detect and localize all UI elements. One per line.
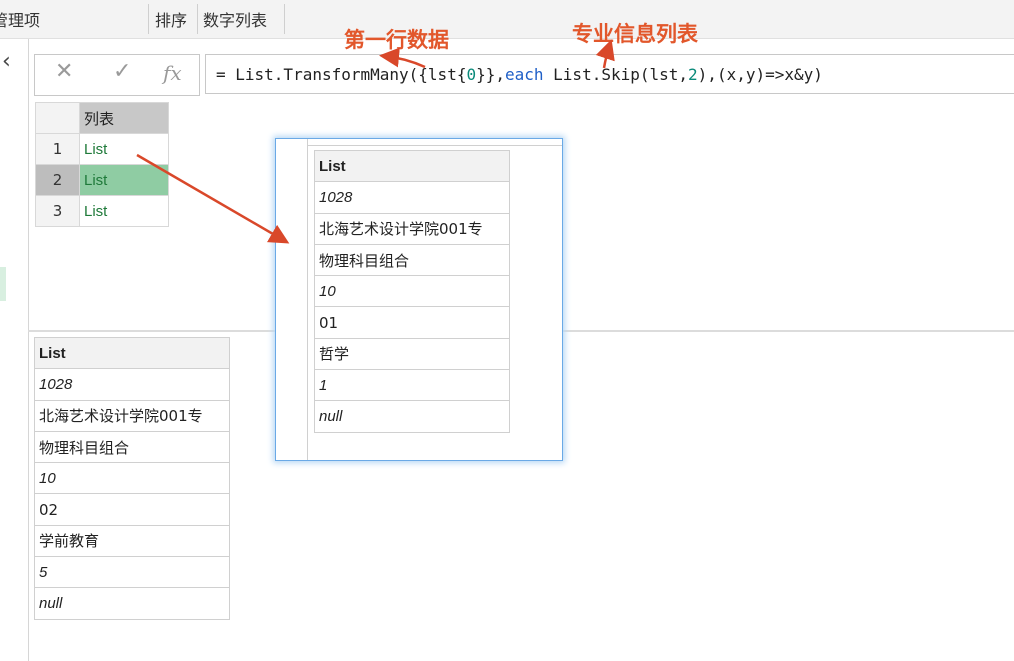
arrow-first-row [379,47,426,69]
arrow-major-info [595,39,615,69]
annotation-arrows [136,39,615,244]
arrow-to-preview [136,153,290,244]
